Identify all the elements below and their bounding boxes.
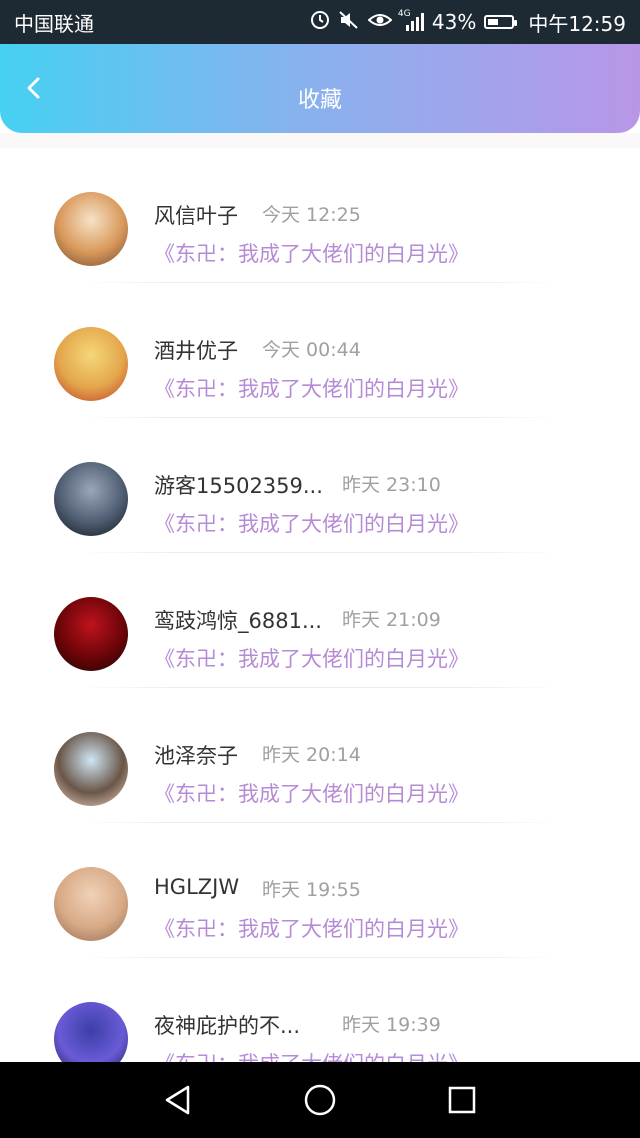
avatar[interactable] [54, 867, 128, 941]
carrier-label: 中国联通 [14, 11, 94, 36]
header-bar: 收藏 [0, 44, 640, 133]
avatar[interactable] [54, 192, 128, 266]
book-title-link[interactable]: 《东卍：我成了大佬们的白月光》 [154, 778, 469, 808]
timestamp: 昨天 23:10 [342, 474, 441, 496]
triangle-back-icon [165, 1085, 190, 1115]
user-name: 风信叶子 [154, 204, 238, 228]
square-recents-icon [448, 1086, 476, 1114]
avatar[interactable] [54, 327, 128, 401]
clock: 中午12:59 [528, 11, 626, 36]
list-item[interactable]: 鸾跂鸿惊_6881... 昨天 21:09 《东卍：我成了大佬们的白月光》 [0, 553, 640, 688]
book-title-link[interactable]: 《东卍：我成了大佬们的白月光》 [154, 1048, 469, 1062]
eye-icon [367, 10, 393, 35]
circle-home-icon [304, 1084, 336, 1116]
avatar[interactable] [54, 1002, 128, 1062]
timestamp: 昨天 19:55 [262, 879, 361, 901]
user-name: HGLZJW [154, 875, 240, 899]
nav-home-button[interactable] [302, 1082, 338, 1118]
book-title-link[interactable]: 《东卍：我成了大佬们的白月光》 [154, 643, 469, 673]
status-icons: 4G 43% 中午12:59 [310, 8, 626, 37]
list-item[interactable]: HGLZJW 昨天 19:55 《东卍：我成了大佬们的白月光》 [0, 823, 640, 958]
user-name: 鸾跂鸿惊_6881... [154, 609, 322, 633]
signal-icon: 4G [398, 9, 424, 31]
favorites-list: 风信叶子 今天 12:25 《东卍：我成了大佬们的白月光》 酒井优子 今天 00… [0, 148, 640, 1062]
timestamp: 昨天 20:14 [262, 744, 361, 766]
nav-back-button[interactable] [160, 1082, 196, 1118]
page-title: 收藏 [297, 88, 342, 113]
timestamp: 今天 12:25 [262, 204, 361, 226]
book-title-link[interactable]: 《东卍：我成了大佬们的白月光》 [154, 508, 469, 538]
list-item[interactable]: 夜神庇护的不... 昨天 19:39 《东卍：我成了大佬们的白月光》 [0, 958, 640, 1062]
mute-icon [338, 10, 360, 35]
timestamp: 今天 00:44 [262, 339, 361, 361]
user-name: 池泽奈子 [154, 744, 238, 768]
status-bar: 中国联通 4G 43% 中午12:59 [0, 0, 640, 44]
list-item[interactable]: 酒井优子 今天 00:44 《东卍：我成了大佬们的白月光》 [0, 283, 640, 418]
list-item[interactable]: 池泽奈子 昨天 20:14 《东卍：我成了大佬们的白月光》 [0, 688, 640, 823]
battery-percent: 43% [431, 10, 477, 34]
user-name: 夜神庇护的不... [154, 1014, 301, 1038]
timestamp: 昨天 19:39 [342, 1014, 441, 1036]
user-name: 游客15502359... [154, 474, 323, 498]
avatar[interactable] [54, 732, 128, 806]
network-type-label: 4G [397, 9, 411, 19]
book-title-link[interactable]: 《东卍：我成了大佬们的白月光》 [154, 373, 469, 403]
nav-recents-button[interactable] [444, 1082, 480, 1118]
book-title-link[interactable]: 《东卍：我成了大佬们的白月光》 [154, 238, 469, 268]
list-item[interactable]: 游客15502359... 昨天 23:10 《东卍：我成了大佬们的白月光》 [0, 418, 640, 553]
system-nav-bar [0, 1062, 640, 1138]
timestamp: 昨天 21:09 [342, 609, 441, 631]
header-gap [0, 133, 640, 148]
user-name: 酒井优子 [154, 339, 238, 363]
alarm-icon [310, 10, 330, 35]
list-item[interactable]: 风信叶子 今天 12:25 《东卍：我成了大佬们的白月光》 [0, 148, 640, 283]
book-title-link[interactable]: 《东卍：我成了大佬们的白月光》 [154, 913, 469, 943]
avatar[interactable] [54, 597, 128, 671]
avatar[interactable] [54, 462, 128, 536]
battery-icon [484, 15, 518, 29]
